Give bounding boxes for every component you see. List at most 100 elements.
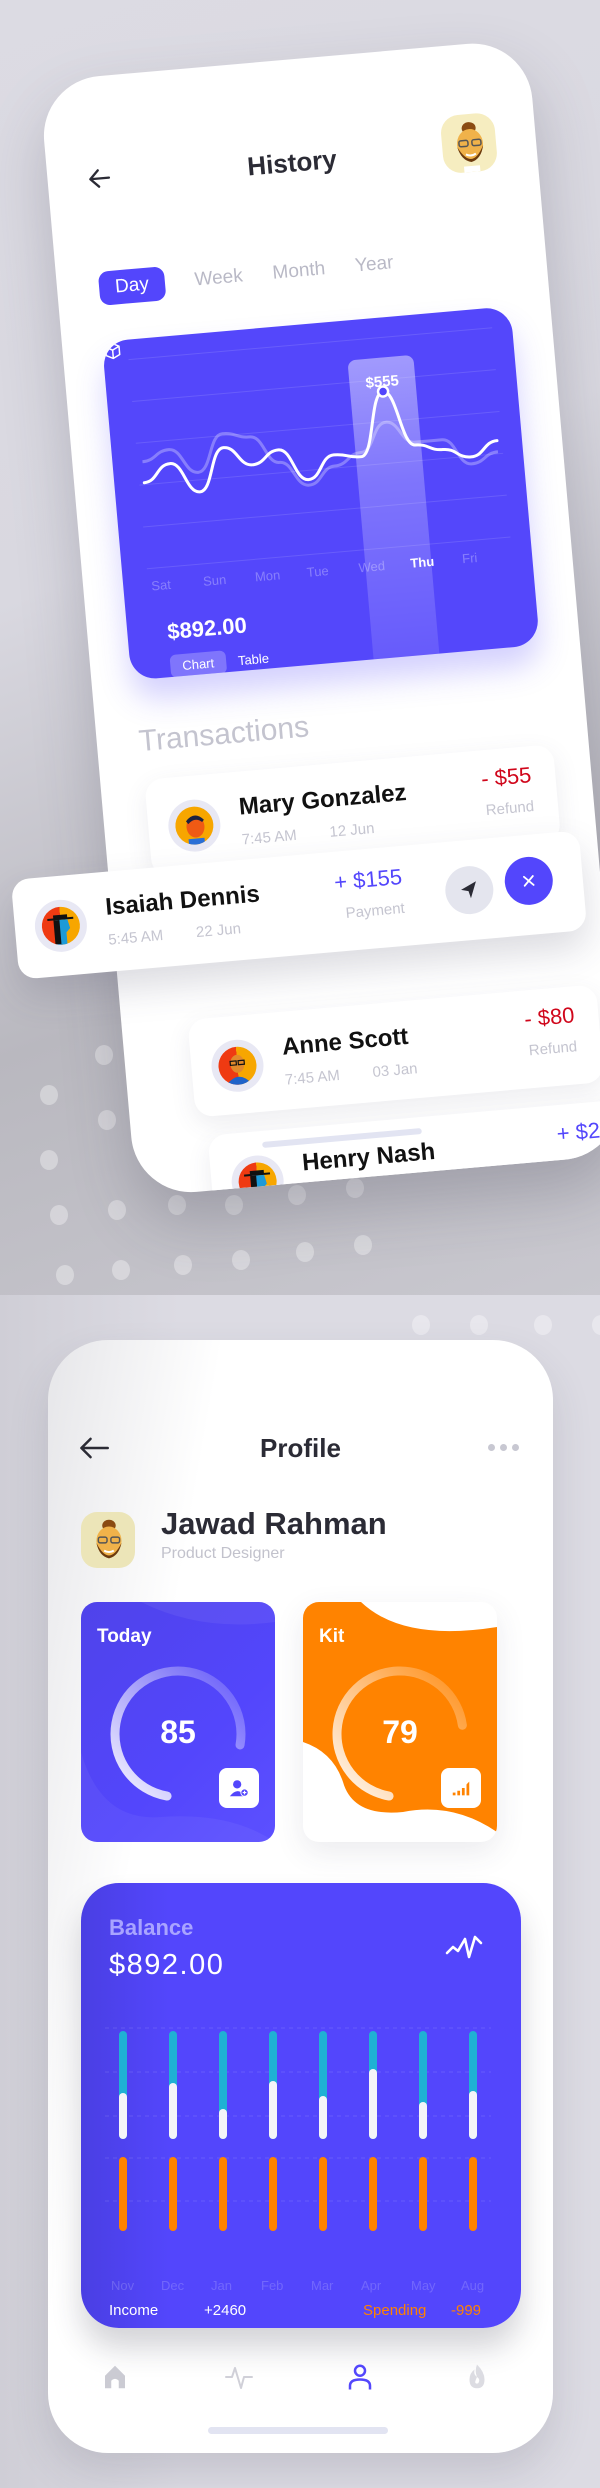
income-value: +2460 bbox=[204, 2302, 247, 2319]
user-add-icon bbox=[229, 1780, 249, 1797]
profile-screen: Profile Jawad Rahman Product Designer To… bbox=[48, 1340, 553, 2453]
transaction-name: Mary Gonzalez bbox=[237, 779, 408, 821]
stat-label: Today bbox=[97, 1626, 152, 1647]
spending-value: -999 bbox=[451, 2302, 482, 2319]
profile-role: Product Designer bbox=[161, 1545, 285, 1562]
month-label-aug: Aug bbox=[461, 2278, 485, 2293]
balance-label: Balance bbox=[109, 1915, 194, 1940]
profile-name: Jawad Rahman bbox=[161, 1506, 387, 1541]
grid-line bbox=[128, 327, 493, 361]
user-avatar[interactable] bbox=[439, 111, 499, 175]
transaction-time: 7:45 AM bbox=[284, 1066, 341, 1089]
day-label-fri[interactable]: Fri bbox=[461, 550, 477, 566]
flame-icon[interactable] bbox=[462, 2362, 492, 2392]
transaction-amount: + $155 bbox=[333, 863, 403, 895]
table-view-button[interactable]: Table bbox=[237, 651, 269, 669]
tab-year[interactable]: Year bbox=[354, 252, 394, 277]
signal-bars-icon bbox=[452, 1781, 470, 1796]
tab-day[interactable]: Day bbox=[97, 266, 167, 306]
activity-icon[interactable] bbox=[224, 2362, 254, 2392]
day-label-sat[interactable]: Sat bbox=[151, 577, 172, 594]
transaction-name: Henry Nash bbox=[301, 1137, 437, 1177]
month-label-nov: Nov bbox=[111, 2278, 135, 2293]
avatar-illustration bbox=[185, 815, 206, 847]
tab-month[interactable]: Month bbox=[272, 258, 327, 285]
cube-icon[interactable] bbox=[102, 340, 124, 362]
user-add-button[interactable] bbox=[219, 1768, 259, 1808]
bg-dot bbox=[412, 1315, 430, 1335]
avatar bbox=[32, 897, 90, 954]
history-chart-card: $555 Sat Sun Mon Tue Wed Thu Fri $892.00 Chart… bbox=[101, 306, 540, 681]
month-label-mar: Mar bbox=[311, 2278, 334, 2293]
bg-dot bbox=[95, 1045, 113, 1065]
transaction-time: 7:45 AM bbox=[241, 826, 298, 849]
grid-line bbox=[132, 369, 496, 402]
transactions-title: Transactions bbox=[137, 710, 311, 759]
transaction-time: 5:45 AM bbox=[107, 926, 164, 949]
avatar-illustration bbox=[457, 122, 484, 173]
history-header: History bbox=[45, 108, 538, 210]
profile-icon[interactable] bbox=[345, 2362, 375, 2392]
transaction-amount: - $55 bbox=[480, 762, 533, 792]
bg-dot bbox=[346, 1178, 364, 1198]
month-label-feb: Feb bbox=[261, 2278, 284, 2293]
period-tabs: Day Week Month Year bbox=[97, 246, 395, 306]
close-icon bbox=[522, 875, 535, 887]
transaction-date: 22 Jun bbox=[195, 920, 242, 942]
signal-button[interactable] bbox=[441, 1768, 481, 1808]
chart-view-button[interactable]: Chart bbox=[169, 650, 228, 679]
avatar bbox=[209, 1037, 266, 1094]
day-label-mon[interactable]: Mon bbox=[254, 567, 281, 584]
month-label-jan: Jan bbox=[211, 2278, 232, 2293]
send-icon bbox=[461, 881, 476, 899]
bg-dot bbox=[232, 1250, 250, 1270]
month-label-apr: Apr bbox=[361, 2278, 382, 2293]
day-label-thu[interactable]: Thu bbox=[410, 554, 435, 571]
day-label-tue[interactable]: Tue bbox=[306, 563, 329, 580]
transaction-type: Payment bbox=[344, 899, 406, 922]
page-title: Profile bbox=[260, 1433, 341, 1463]
transaction-name: Isaiah Dennis bbox=[104, 880, 261, 921]
home-indicator bbox=[208, 2427, 388, 2434]
transaction-amount: - $80 bbox=[523, 1002, 576, 1032]
bg-dot bbox=[168, 1195, 186, 1215]
bg-dot bbox=[470, 1315, 488, 1335]
trend-icon[interactable] bbox=[445, 1933, 483, 1961]
grid-line bbox=[143, 494, 507, 528]
avatar-illustration bbox=[96, 1519, 122, 1559]
more-options-icon[interactable] bbox=[488, 1444, 519, 1451]
home-icon[interactable] bbox=[100, 2362, 130, 2392]
month-label-dec: Dec bbox=[161, 2278, 185, 2293]
stat-card-kit[interactable]: Kit 79 bbox=[303, 1602, 497, 1842]
stat-card-today[interactable]: Today 85 bbox=[81, 1602, 275, 1842]
bg-dot bbox=[56, 1265, 74, 1285]
tab-week[interactable]: Week bbox=[194, 265, 244, 291]
avatar bbox=[166, 797, 223, 854]
day-label-wed[interactable]: Wed bbox=[358, 558, 386, 575]
bg-dot bbox=[40, 1085, 58, 1105]
bg-dot bbox=[354, 1235, 372, 1255]
profile-avatar[interactable] bbox=[81, 1512, 135, 1568]
bg-dot bbox=[98, 1110, 116, 1130]
send-button[interactable] bbox=[443, 864, 496, 917]
close-button[interactable] bbox=[502, 854, 555, 907]
bg-dot bbox=[50, 1205, 68, 1225]
bottom-navigation bbox=[48, 2362, 553, 2402]
spending-label: Spending bbox=[363, 2302, 427, 2319]
bg-dot bbox=[288, 1185, 306, 1205]
bg-dot bbox=[112, 1260, 130, 1280]
transaction-date: 03 Jan bbox=[371, 1060, 419, 1082]
avatar-illustration bbox=[226, 1054, 253, 1086]
transaction-name: Anne Scott bbox=[280, 1022, 410, 1061]
transaction-date: 12 Jun bbox=[328, 819, 376, 841]
balance-card: Balance $892.00 Nov Dec Jan Feb Mar Apr May Aug… bbox=[81, 1883, 521, 2328]
bg-dot bbox=[225, 1195, 243, 1215]
bg-dot bbox=[40, 1150, 58, 1170]
stat-value: 79 bbox=[382, 1714, 418, 1750]
history-screen: History Day Week Month Year $555 Sat Sun M… bbox=[38, 38, 600, 1198]
day-label-sun[interactable]: Sun bbox=[202, 572, 226, 589]
grid-line bbox=[146, 536, 511, 570]
transaction-row[interactable]: Anne Scott 7:45 AM 03 Jan - $80 Refund bbox=[187, 984, 600, 1118]
bg-dot bbox=[592, 1315, 600, 1335]
bg-dot bbox=[174, 1255, 192, 1275]
